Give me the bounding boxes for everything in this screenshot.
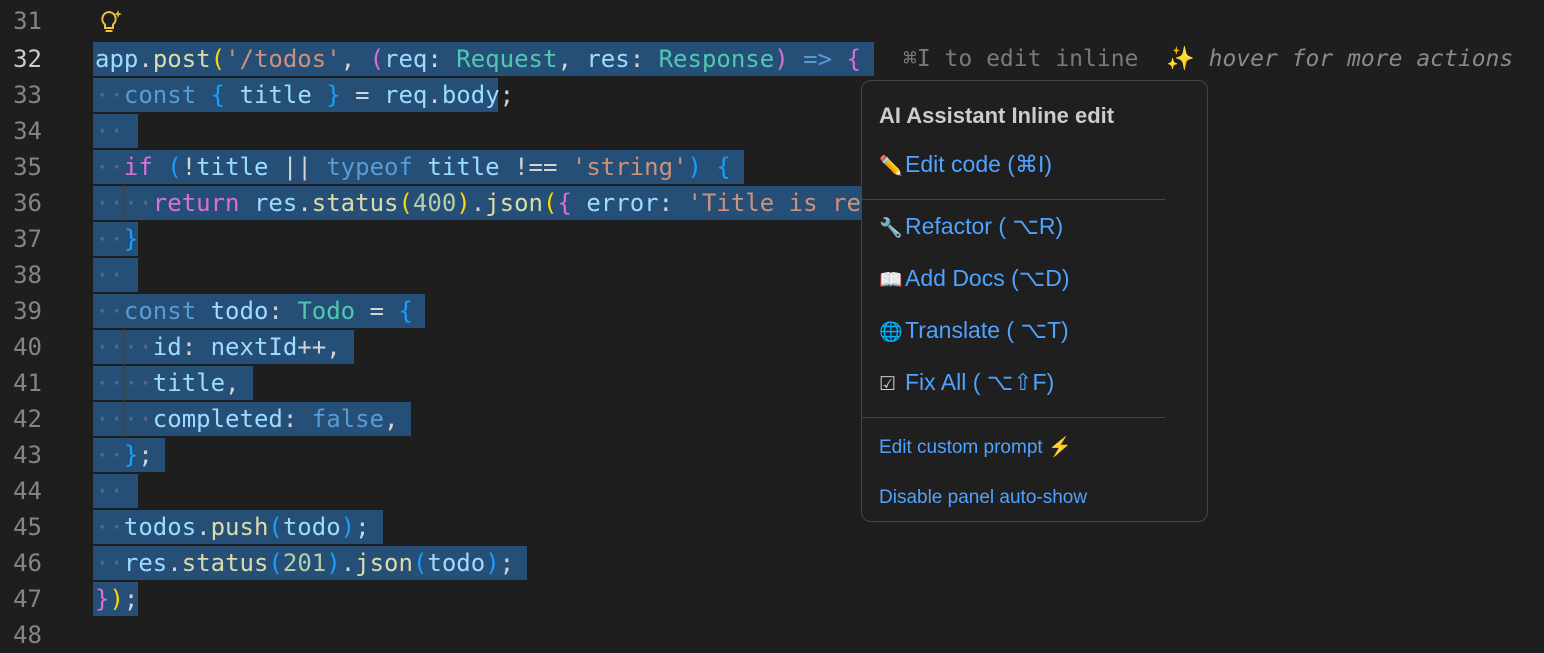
- code-text: ··: [95, 117, 124, 145]
- code-text: ··res.status(201).json(todo);: [95, 549, 515, 577]
- code-line[interactable]: 39 ··const todo: Todo = {: [0, 293, 1544, 329]
- indent-guide: [124, 185, 125, 221]
- sparkle-icon: ✨: [1166, 46, 1195, 72]
- code-text: ··: [95, 477, 124, 505]
- code-line[interactable]: 34 ··: [0, 113, 1544, 149]
- line-number: 41: [13, 369, 42, 397]
- code-editor[interactable]: 31 32 app.post('/todos', (req: Request, …: [0, 0, 1544, 649]
- fix-all-action[interactable]: ☑ Fix All ( ⌥⇧F): [879, 369, 1054, 396]
- panel-title: AI Assistant Inline edit: [879, 103, 1115, 128]
- code-text: ··: [95, 261, 124, 289]
- code-text: ····title,: [95, 369, 240, 397]
- line-number: 43: [13, 441, 42, 469]
- line-number: 47: [13, 585, 42, 613]
- line-number: 45: [13, 513, 42, 541]
- code-text: ··}: [95, 225, 139, 253]
- line-number: 46: [13, 549, 42, 577]
- code-text: ··const todo: Todo = {: [95, 297, 413, 325]
- code-line[interactable]: 42 ····completed: false,: [0, 401, 1544, 437]
- line-number: 37: [13, 225, 42, 253]
- translate-action[interactable]: 🌐 Translate ( ⌥T): [879, 317, 1069, 344]
- line-number: 35: [13, 153, 42, 181]
- code-line[interactable]: 45 ··todos.push(todo);: [0, 509, 1544, 545]
- inline-edit-hint: ⌘I to edit inline ✨ hover for more actio…: [903, 46, 1514, 72]
- code-line[interactable]: 47 });: [0, 581, 1544, 617]
- wrench-icon: 🔧: [879, 218, 903, 239]
- pencil-icon: ✏️: [879, 156, 903, 177]
- line-number: 39: [13, 297, 42, 325]
- add-docs-action[interactable]: 📖 Add Docs (⌥D): [879, 265, 1070, 292]
- code-line[interactable]: 38 ··: [0, 257, 1544, 293]
- code-line[interactable]: 33 ··const { title } = req.body;: [0, 77, 1544, 113]
- line-number: 31: [13, 7, 42, 35]
- line-number: 34: [13, 117, 42, 145]
- code-text: });: [95, 585, 139, 613]
- code-line[interactable]: 35 ··if (!title || typeof title !== 'str…: [0, 149, 1544, 185]
- book-icon: 📖: [879, 270, 903, 291]
- code-text: ··if (!title || typeof title !== 'string…: [95, 153, 731, 181]
- divider: [862, 417, 1165, 418]
- code-line[interactable]: 36 ····return res.status(400).json({ err…: [0, 185, 1544, 221]
- checkbox-icon: ☑: [879, 374, 897, 395]
- disable-auto-show-link[interactable]: Disable panel auto-show: [879, 487, 1087, 509]
- code-text: ··};: [95, 441, 153, 469]
- code-line[interactable]: 48: [0, 617, 1544, 653]
- divider: [862, 199, 1165, 200]
- lightbulb-sparkle-icon[interactable]: [96, 7, 126, 43]
- line-number: 40: [13, 333, 42, 361]
- line-number: 38: [13, 261, 42, 289]
- line-number: 44: [13, 477, 42, 505]
- code-line[interactable]: 37 ··}: [0, 221, 1544, 257]
- line-number: 33: [13, 81, 42, 109]
- code-line[interactable]: 44 ··: [0, 473, 1544, 509]
- code-line[interactable]: 40 ····id: nextId++,: [0, 329, 1544, 365]
- code-text: ····id: nextId++,: [95, 333, 341, 361]
- code-line[interactable]: 46 ··res.status(201).json(todo);: [0, 545, 1544, 581]
- code-line[interactable]: 31: [0, 3, 1544, 39]
- globe-icon: 🌐: [879, 322, 903, 343]
- indent-guide: [124, 329, 125, 437]
- code-line[interactable]: 41 ····title,: [0, 365, 1544, 401]
- code-line[interactable]: 43 ··};: [0, 437, 1544, 473]
- code-line[interactable]: 32 app.post('/todos', (req: Request, res…: [0, 41, 1544, 77]
- code-text: ··const { title } = req.body;: [95, 81, 515, 109]
- line-number: 48: [13, 621, 42, 649]
- refactor-action[interactable]: 🔧 Refactor ( ⌥R): [879, 213, 1063, 240]
- line-number: 42: [13, 405, 42, 433]
- code-text: ····return res.status(400).json({ error:…: [95, 189, 861, 217]
- line-number: 32: [13, 45, 42, 73]
- code-text: app.post('/todos', (req: Request, res: R…: [95, 45, 861, 73]
- code-text: ··todos.push(todo);: [95, 513, 370, 541]
- edit-code-action[interactable]: ✏️ Edit code (⌘I): [879, 151, 1052, 178]
- ai-assistant-inline-edit-panel: AI Assistant Inline edit ✏️ Edit code (⌘I…: [861, 80, 1208, 522]
- code-text: ····completed: false,: [95, 405, 399, 433]
- line-number: 36: [13, 189, 42, 217]
- edit-custom-prompt-link[interactable]: Edit custom prompt ⚡: [879, 435, 1072, 459]
